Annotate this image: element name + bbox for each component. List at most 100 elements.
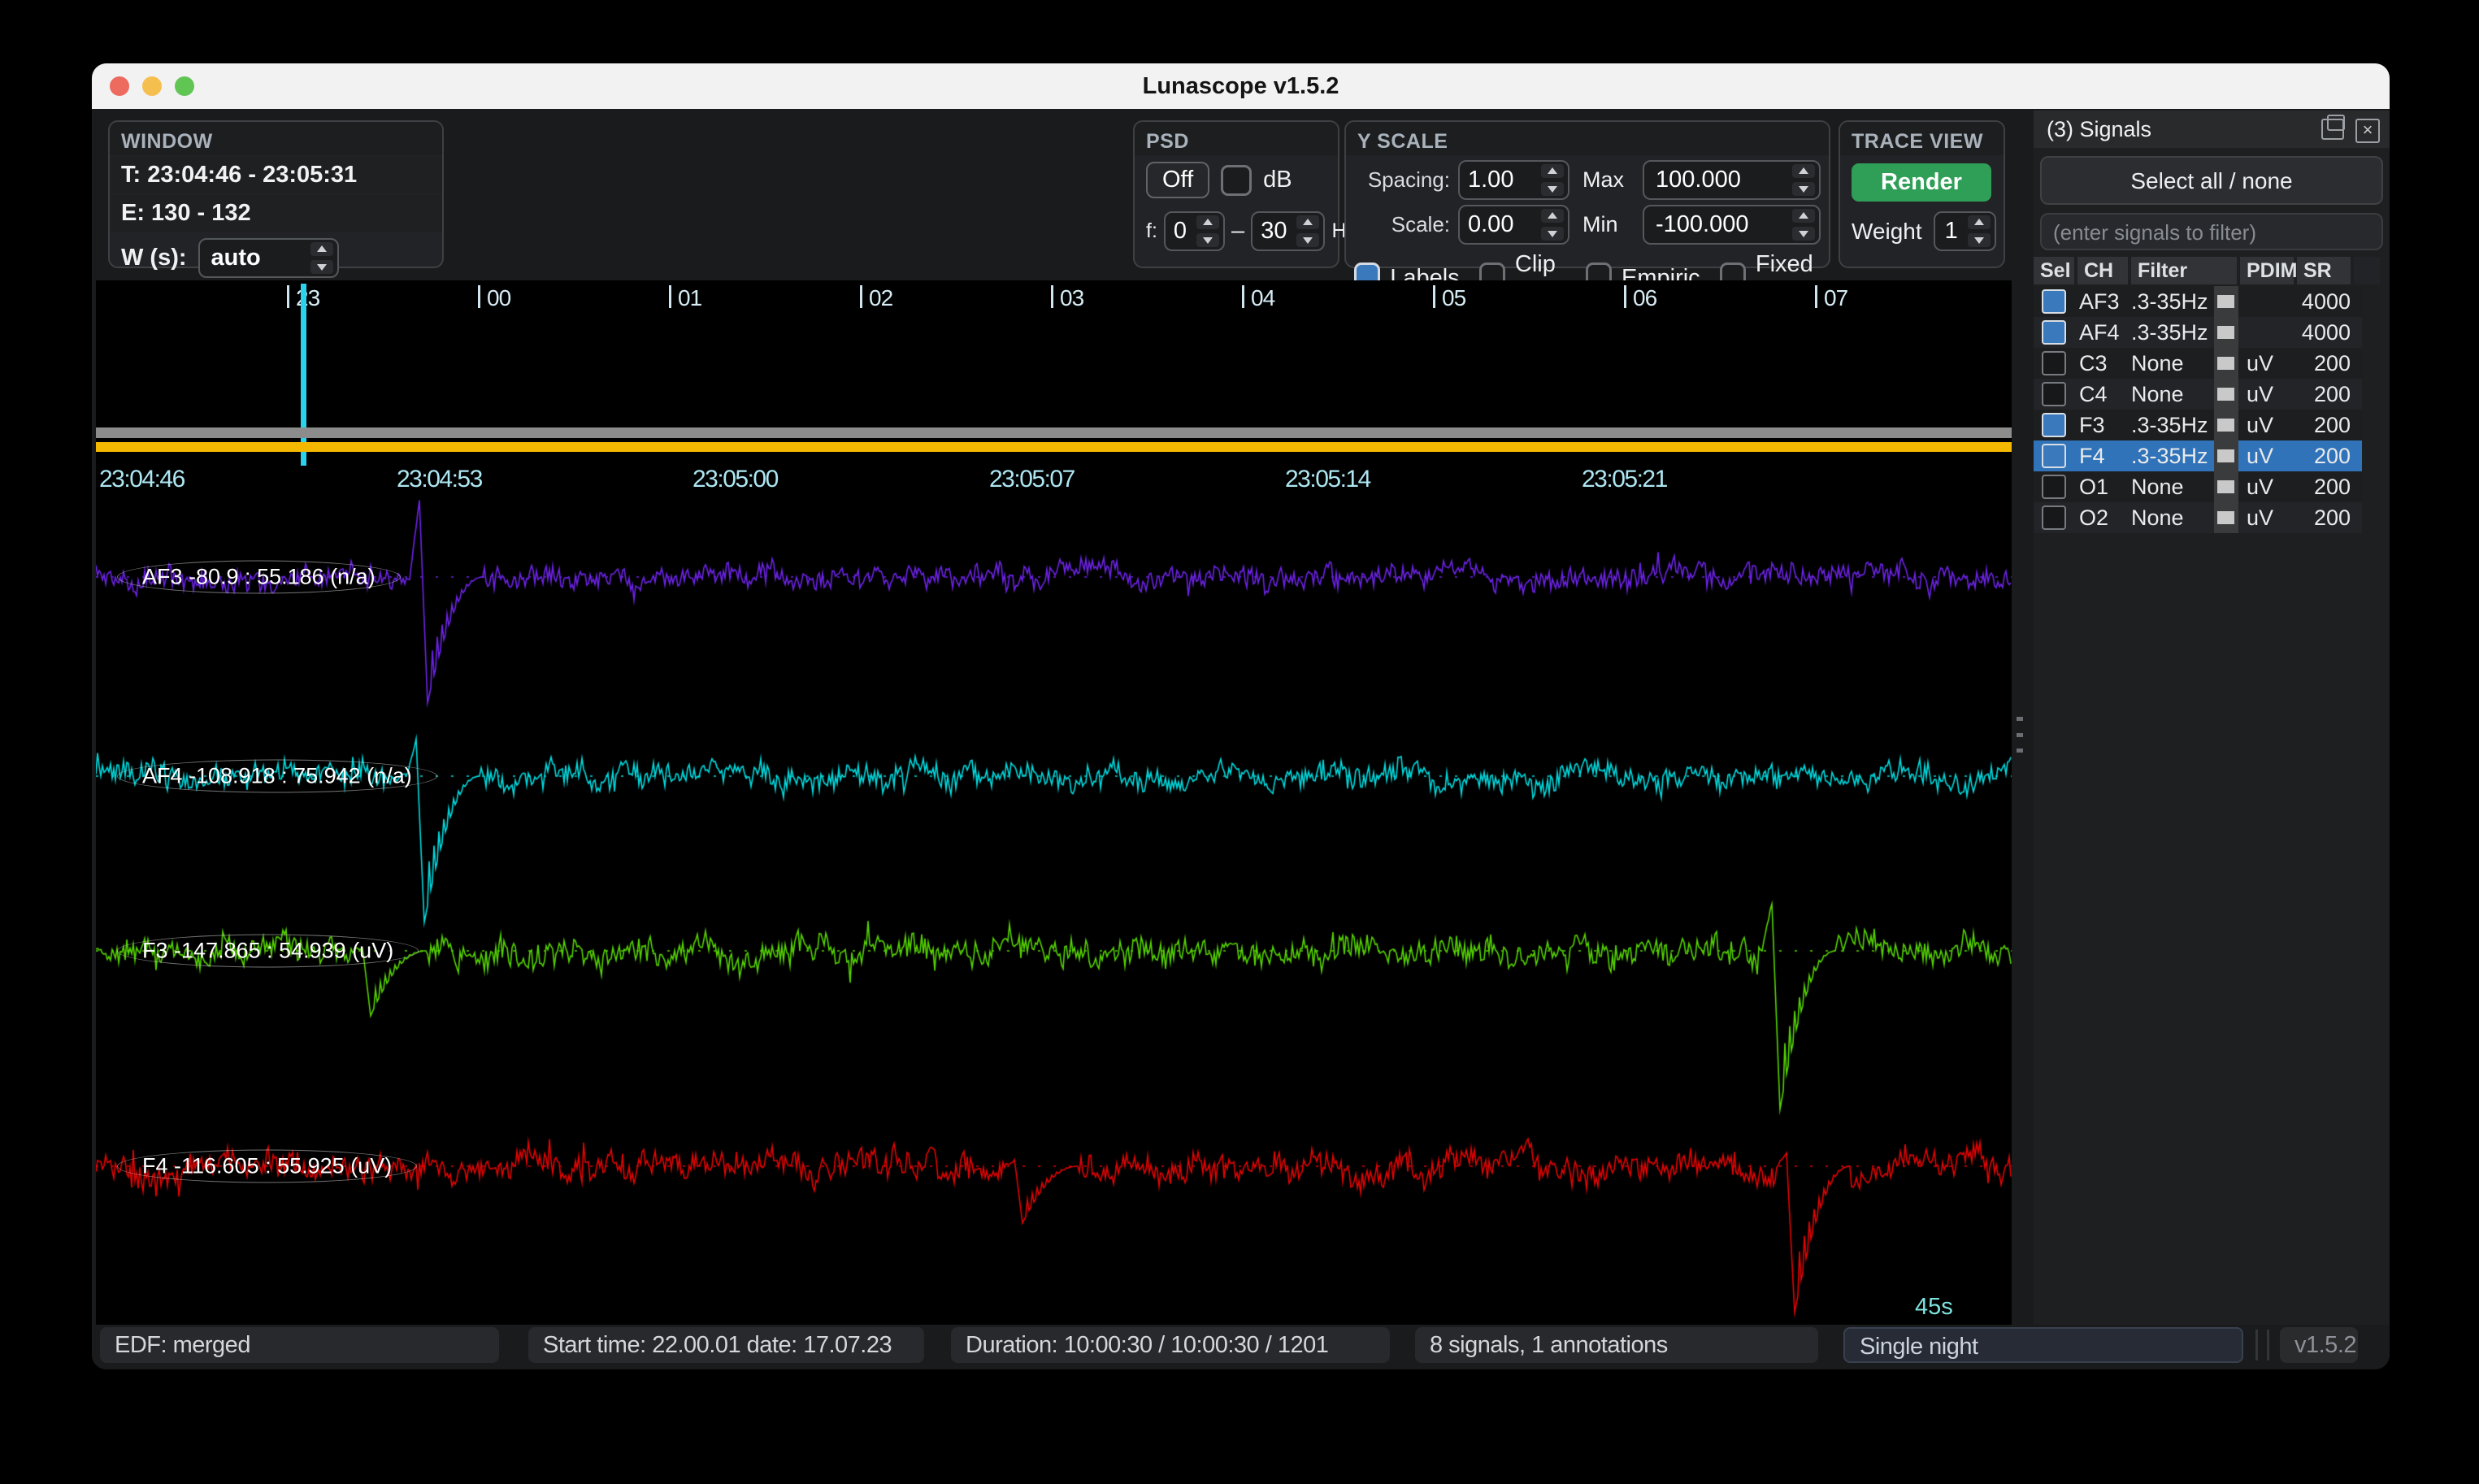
scale-label: Scale: xyxy=(1391,212,1450,236)
signal-row-c3[interactable]: C3 None uV 200 xyxy=(2034,348,2362,379)
col-filter[interactable]: Filter xyxy=(2131,257,2237,284)
signal-row-af4[interactable]: AF4 .3-35Hz 4000 xyxy=(2034,317,2362,348)
signal-color-swatch[interactable] xyxy=(2217,357,2234,370)
signal-sr: 200 xyxy=(2313,351,2351,375)
signal-color-swatch[interactable] xyxy=(2217,295,2234,308)
signal-checkbox[interactable] xyxy=(2042,382,2066,406)
col-stub xyxy=(2354,257,2380,284)
status-divider xyxy=(2255,1330,2258,1360)
hour-tick xyxy=(1815,285,1817,308)
signal-swatch-cell[interactable] xyxy=(2214,286,2238,317)
render-button[interactable]: Render xyxy=(1852,163,1991,202)
hour-tick xyxy=(1624,285,1626,308)
signal-sr: 200 xyxy=(2313,413,2351,437)
spinner-arrows[interactable] xyxy=(1967,215,1991,247)
time-label: 23:05:00 xyxy=(692,466,779,492)
signal-swatch-cell[interactable] xyxy=(2214,471,2238,502)
col-ch[interactable]: CH xyxy=(2077,257,2128,284)
spinner-arrows[interactable] xyxy=(1792,164,1815,196)
signal-filter: .3-35Hz xyxy=(2131,413,2208,437)
psd-off-button[interactable]: Off xyxy=(1146,162,1210,198)
spinner-arrows[interactable] xyxy=(1541,164,1564,196)
signals-sidebar: (3) Signals × Select all / none (enter s… xyxy=(2034,111,2390,1325)
signal-swatch-cell[interactable] xyxy=(2214,317,2238,348)
spinner-arrows[interactable] xyxy=(1296,215,1320,247)
signals-panel-header: (3) Signals × xyxy=(2034,111,2390,148)
trace-region: 23 00 01 02 03 04 05 06 07 23:04:46 23:0… xyxy=(96,280,2012,1333)
signal-table: AF3 .3-35Hz 4000 AF4 .3-35Hz 4000 C3 Non… xyxy=(2034,286,2390,533)
signal-row-o2[interactable]: O2 None uV 200 xyxy=(2034,502,2362,533)
max-label: Max xyxy=(1582,167,1625,192)
signal-color-swatch[interactable] xyxy=(2217,326,2234,339)
hour-tick xyxy=(1433,285,1435,308)
hour-label: 23 xyxy=(296,285,320,310)
signal-ch: F3 xyxy=(2079,413,2105,437)
col-sel[interactable]: Sel xyxy=(2034,257,2074,284)
signal-checkbox[interactable] xyxy=(2042,320,2066,345)
status-start-time: Start time: 22.00.01 date: 17.07.23 xyxy=(528,1327,924,1363)
window-seconds-spinner[interactable]: auto xyxy=(198,238,339,278)
statusbar: EDF: merged Start time: 22.00.01 date: 1… xyxy=(92,1325,2390,1369)
signal-filter-input[interactable]: (enter signals to filter) xyxy=(2040,213,2383,250)
signal-color-swatch[interactable] xyxy=(2217,511,2234,524)
psd-db-checkbox[interactable] xyxy=(1221,164,1253,196)
psd-fmin-spinner[interactable]: 0 xyxy=(1163,211,1226,251)
signal-swatch-cell[interactable] xyxy=(2214,410,2238,440)
spinner-arrows[interactable] xyxy=(1196,215,1220,247)
selected-window-band[interactable] xyxy=(96,442,2012,452)
signal-checkbox[interactable] xyxy=(2042,444,2066,468)
signal-filter: None xyxy=(2131,351,2184,375)
col-sr[interactable]: SR xyxy=(2297,257,2351,284)
signal-swatch-cell[interactable] xyxy=(2214,379,2238,410)
signal-swatch-cell[interactable] xyxy=(2214,348,2238,379)
col-pdim[interactable]: PDIM xyxy=(2240,257,2298,284)
signal-swatch-cell[interactable] xyxy=(2214,502,2238,533)
yscale-panel-title: Y SCALE xyxy=(1346,122,1829,155)
signal-filter: None xyxy=(2131,475,2184,499)
mode-dropdown[interactable]: Single night xyxy=(1843,1327,2243,1363)
signal-row-af3[interactable]: AF3 .3-35Hz 4000 xyxy=(2034,286,2362,317)
signal-checkbox[interactable] xyxy=(2042,506,2066,530)
signal-checkbox[interactable] xyxy=(2042,475,2066,499)
signal-row-f3[interactable]: F3 .3-35Hz uV 200 xyxy=(2034,410,2362,440)
signal-row-o1[interactable]: O1 None uV 200 xyxy=(2034,471,2362,502)
signal-color-swatch[interactable] xyxy=(2217,480,2234,493)
min-spinner[interactable]: -100.000 xyxy=(1643,205,1821,245)
close-panel-icon[interactable]: × xyxy=(2355,119,2380,143)
time-label: 23:05:21 xyxy=(1582,466,1668,492)
signal-filter: None xyxy=(2131,506,2184,530)
psd-fmin-value: 0 xyxy=(1173,218,1187,244)
signal-color-swatch[interactable] xyxy=(2217,419,2234,432)
weight-label: Weight xyxy=(1852,218,1922,244)
time-label: 23:04:46 xyxy=(99,466,185,492)
signal-sr: 4000 xyxy=(2301,320,2351,345)
signal-ch: C4 xyxy=(2079,382,2108,406)
hour-tick xyxy=(1051,285,1053,308)
spinner-arrows[interactable] xyxy=(1541,209,1564,241)
float-panel-icon[interactable] xyxy=(2321,115,2345,140)
signal-color-swatch[interactable] xyxy=(2217,449,2234,462)
overview-cursor[interactable] xyxy=(301,284,306,466)
select-all-none-button[interactable]: Select all / none xyxy=(2040,156,2383,205)
signal-checkbox[interactable] xyxy=(2042,289,2066,314)
spinner-arrows[interactable] xyxy=(1792,209,1815,241)
max-spinner[interactable]: 100.000 xyxy=(1643,160,1821,200)
spacing-spinner[interactable]: 1.00 xyxy=(1458,160,1569,200)
spinner-arrows[interactable] xyxy=(310,242,333,274)
splitter-handle[interactable] xyxy=(2013,714,2026,756)
trace-canvas[interactable] xyxy=(96,497,2012,1333)
psd-freq-label: f: xyxy=(1146,219,1157,242)
weight-spinner[interactable]: 1 xyxy=(1933,211,1996,251)
hypnogram-band[interactable] xyxy=(96,427,2012,438)
signal-row-f4[interactable]: F4 .3-35Hz uV 200 xyxy=(2034,440,2362,471)
status-duration: Duration: 10:00:30 / 10:00:30 / 1201 epo… xyxy=(951,1327,1390,1369)
signal-color-swatch[interactable] xyxy=(2217,388,2234,401)
psd-fmax-spinner[interactable]: 30 xyxy=(1251,211,1326,251)
hour-label: 03 xyxy=(1060,285,1084,310)
signal-checkbox[interactable] xyxy=(2042,413,2066,437)
scale-spinner[interactable]: 0.00 xyxy=(1458,205,1569,245)
signal-row-c4[interactable]: C4 None uV 200 xyxy=(2034,379,2362,410)
signal-swatch-cell[interactable] xyxy=(2214,440,2238,471)
signal-checkbox[interactable] xyxy=(2042,351,2066,375)
psd-panel: PSD Off dB f: 0 – 30 Hz xyxy=(1133,120,1357,268)
